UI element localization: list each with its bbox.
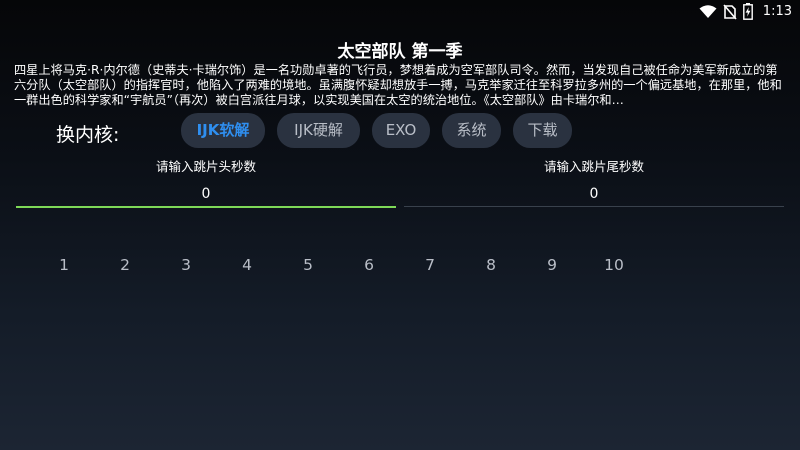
kernel-option-ijk-hard[interactable]: IJK硬解: [277, 113, 360, 148]
episode-item-7[interactable]: 7: [410, 256, 450, 274]
skip-head-underline: [16, 206, 396, 208]
episode-list: 1 2 3 4 5 6 7 8 9 10: [0, 256, 800, 276]
skip-head-input[interactable]: 0: [16, 182, 396, 206]
kernel-label: 换内核:: [56, 124, 120, 146]
show-description: 四星上将马克·R·内尔德（史蒂夫·卡瑞尔饰）是一名功勋卓著的飞行员，梦想着成为空…: [14, 63, 782, 107]
episode-item-4[interactable]: 4: [227, 256, 267, 274]
episode-item-8[interactable]: 8: [471, 256, 511, 274]
episode-item-9[interactable]: 9: [532, 256, 572, 274]
status-time: 1:13: [762, 4, 792, 19]
episode-item-5[interactable]: 5: [288, 256, 328, 274]
kernel-option-system[interactable]: 系统: [442, 113, 501, 148]
page-title: 太空部队 第一季: [337, 42, 463, 62]
episode-item-1[interactable]: 1: [44, 256, 84, 274]
episode-item-10[interactable]: 10: [594, 256, 634, 274]
episode-item-3[interactable]: 3: [166, 256, 206, 274]
wifi-icon: [699, 4, 717, 19]
skip-tail-underline: [404, 206, 784, 207]
episode-item-2[interactable]: 2: [105, 256, 145, 274]
no-sim-icon: [723, 3, 737, 20]
skip-tail-input[interactable]: 0: [404, 182, 784, 206]
status-bar: 1:13: [0, 0, 800, 24]
episode-item-6[interactable]: 6: [349, 256, 389, 274]
kernel-option-download[interactable]: 下载: [513, 113, 572, 148]
battery-charging-icon: [742, 3, 753, 20]
kernel-option-ijk-soft[interactable]: IJK软解: [181, 113, 265, 148]
skip-tail-label: 请输入跳片尾秒数: [543, 159, 644, 174]
status-icons: 1:13: [699, 3, 792, 20]
skip-head-label: 请输入跳片头秒数: [155, 159, 256, 174]
kernel-option-exo[interactable]: EXO: [372, 113, 430, 148]
